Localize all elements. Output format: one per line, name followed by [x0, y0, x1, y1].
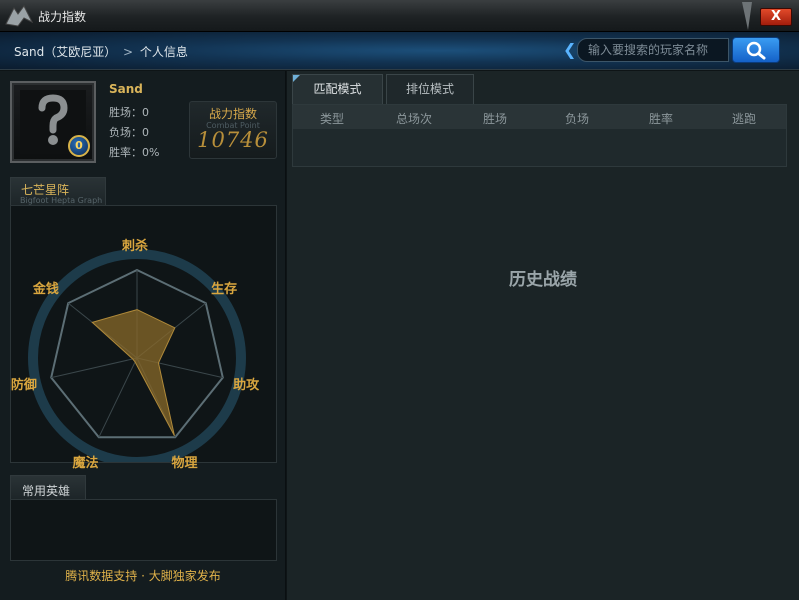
radar-axis-label: 助攻	[233, 378, 260, 394]
combat-point-title: 战力指数	[208, 107, 257, 121]
search-icon	[746, 41, 766, 60]
tab-ranked-label: 排位模式	[405, 82, 454, 96]
close-button[interactable]: X	[760, 8, 792, 26]
wins-stat: 胜场：0	[109, 106, 149, 119]
profile-panel: 0 Sand 胜场：0 负场：0 胜率：0% 战力指数 Combat Point…	[0, 71, 286, 600]
column-type: 类型	[320, 112, 345, 126]
active-tab-marker	[293, 75, 300, 82]
column-escapes: 逃跑	[732, 112, 757, 126]
tab-match-mode[interactable]: 匹配模式	[292, 74, 383, 104]
radar-axis-label: 魔法	[72, 455, 99, 471]
hepta-subtitle: Bigfoot Hepta Graph	[20, 196, 103, 205]
footer-note: 腾讯数据支持 · 大脚独家发布	[65, 569, 221, 583]
title-ornament-icon	[742, 2, 752, 30]
radar-axis-label: 防御	[10, 378, 37, 394]
breadcrumb-player[interactable]: Sand（艾欧尼亚）	[14, 45, 116, 59]
avatar[interactable]: 0	[10, 81, 96, 163]
window-title: 战力指数	[38, 10, 87, 24]
search-box[interactable]	[577, 38, 729, 62]
combat-point-box: 战力指数 Combat Point 10746	[189, 101, 277, 159]
column-wins: 胜场	[483, 112, 508, 126]
history-table-header: 类型 总场次 胜场 负场 胜率 逃跑	[293, 105, 786, 129]
combat-point-value: 10746	[197, 128, 269, 152]
bigfoot-logo-icon	[5, 5, 34, 27]
history-panel: 匹配模式 排位模式 类型 总场次 胜场 负场 胜率 逃跑 历史战绩	[287, 71, 799, 600]
breadcrumb-page: 个人信息	[139, 45, 188, 59]
column-total: 总场次	[396, 112, 433, 126]
search-input[interactable]	[578, 39, 728, 61]
tab-match-label: 匹配模式	[313, 82, 362, 96]
player-name: Sand	[109, 82, 143, 96]
heroes-tab: 常用英雄	[10, 475, 86, 501]
hepta-graph-panel: 刺杀生存助攻物理 魔法 防御 金钱	[10, 205, 277, 471]
heroes-title: 常用英雄	[22, 484, 71, 498]
radar-axis-label: 生存	[211, 281, 238, 297]
tab-ranked-mode[interactable]: 排位模式	[386, 74, 474, 104]
column-winrate: 胜率	[649, 112, 674, 126]
level-badge: 0	[68, 135, 90, 157]
history-table: 类型 总场次 胜场 负场 胜率 逃跑	[292, 104, 787, 167]
radar-axis-label: 金钱	[32, 281, 59, 297]
history-empty-text: 历史战绩	[509, 270, 577, 290]
winrate-stat: 胜率：0%	[109, 146, 160, 159]
chevron-left-icon[interactable]: ❮	[563, 41, 576, 59]
radar-axis-label: 刺杀	[122, 239, 149, 254]
losses-stat: 负场：0	[109, 126, 149, 139]
radar-axis-label: 物理	[171, 455, 198, 471]
breadcrumb-separator: >	[123, 45, 134, 59]
column-losses: 负场	[565, 112, 590, 126]
title-bar[interactable]: 战力指数 X	[0, 0, 799, 32]
breadcrumb: Sand（艾欧尼亚） > 个人信息	[14, 43, 188, 60]
heroes-panel	[10, 499, 277, 561]
header-bar: Sand（艾欧尼亚） > 个人信息 ❮	[0, 32, 799, 70]
hepta-tab: 七芒星阵 Bigfoot Hepta Graph	[10, 177, 106, 207]
search-button[interactable]	[732, 37, 780, 63]
